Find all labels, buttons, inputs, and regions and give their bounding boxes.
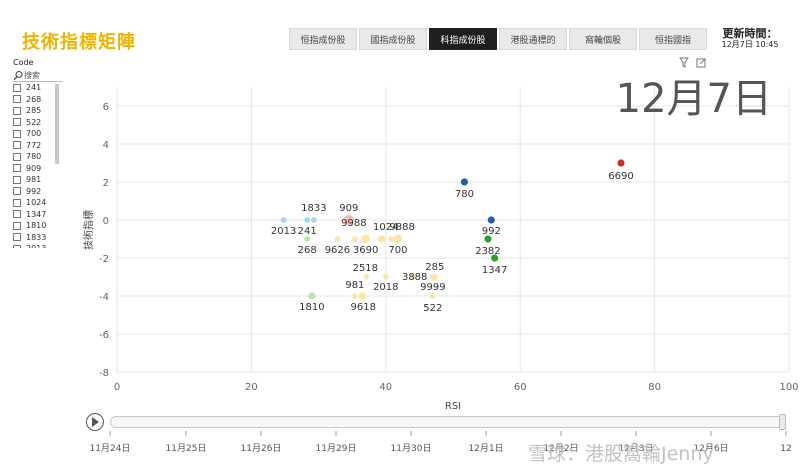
point-label: 780 xyxy=(455,189,474,200)
point-label: 2018 xyxy=(373,282,398,293)
scatter-point[interactable] xyxy=(460,178,468,186)
y-axis-ticks: -8 -6 -4 -2 0 2 4 6 xyxy=(99,102,109,379)
y-tick-label: 2 xyxy=(103,178,109,189)
x-axis-ticks: 0 20 40 60 80 100 xyxy=(114,382,799,393)
scatter-point[interactable] xyxy=(484,235,492,243)
watermark: 雪球：港股窩輪Jenny xyxy=(528,443,714,465)
y-tick-label: 6 xyxy=(103,102,109,113)
tab-hsi-constituents[interactable]: 恒指成份股 xyxy=(289,28,357,50)
frame-date-label: 12月7日 xyxy=(616,76,772,122)
point-label: 3690 xyxy=(353,245,378,256)
point-label: 2518 xyxy=(353,263,378,274)
focus-mode-icon[interactable] xyxy=(696,58,706,68)
tab-hstech-constituents[interactable]: 科指成份股 xyxy=(429,28,497,50)
point-label: 241 xyxy=(298,226,317,237)
point-label: 9988 xyxy=(341,218,366,229)
y-tick-label: -4 xyxy=(99,292,109,303)
scatter-point[interactable] xyxy=(429,274,436,280)
visual-header-icons xyxy=(679,57,706,68)
scatter-point[interactable] xyxy=(429,293,436,299)
tab-warrant-stocks[interactable]: 窩輪個股 xyxy=(569,28,637,50)
scatter-point[interactable] xyxy=(378,235,386,243)
point-label: 992 xyxy=(482,226,501,237)
y-tick-label: -2 xyxy=(99,254,109,265)
scatter-point[interactable] xyxy=(304,217,311,223)
timeline-date-label: 11月29日 xyxy=(316,443,357,454)
x-tick-label: 60 xyxy=(514,382,527,393)
timeline-date-label: 11月30日 xyxy=(391,443,432,454)
scatter-chart: -8 -6 -4 -2 0 2 4 6 0 20 40 60 80 100 12月7日 技術指標 RSI… xyxy=(82,76,799,412)
point-label: 1810 xyxy=(299,302,324,313)
scatter-point[interactable] xyxy=(334,236,341,242)
scatter-point[interactable] xyxy=(617,159,625,167)
play-axis-track[interactable] xyxy=(110,416,785,428)
scatter-point[interactable] xyxy=(304,236,311,242)
update-time: 更新時間： 12月7日 10:45 xyxy=(700,28,800,50)
timeline-date-label: 11月24日 xyxy=(90,443,131,454)
scatter-point[interactable] xyxy=(280,217,287,223)
y-tick-label: 4 xyxy=(103,140,109,151)
tab-hscei-constituents[interactable]: 國指成份股 xyxy=(359,28,427,50)
x-tick-label: 20 xyxy=(245,382,258,393)
page-title: 技術指標矩陣 xyxy=(22,32,136,53)
play-axis-handle[interactable] xyxy=(779,414,786,430)
scatter-point[interactable] xyxy=(382,274,389,280)
scatter-point[interactable] xyxy=(363,274,370,280)
x-tick-label: 40 xyxy=(379,382,392,393)
point-label: 2013 xyxy=(271,226,296,237)
scatter-point[interactable] xyxy=(361,234,370,244)
tab-hsi-hscei[interactable]: 恒指國指 xyxy=(639,28,707,50)
point-label: 981 xyxy=(345,280,364,291)
x-tick-label: 100 xyxy=(779,382,798,393)
y-tick-label: 0 xyxy=(103,216,109,227)
scatter-point[interactable] xyxy=(393,234,403,244)
point-label: 700 xyxy=(388,245,407,256)
tab-bar: 恒指成份股 國指成份股 科指成份股 港股通標的 窩輪個股 恒指國指 xyxy=(289,28,709,50)
x-tick-label: 0 xyxy=(114,382,120,393)
point-label: 285 xyxy=(425,262,444,273)
timeline-date-label: 11月26日 xyxy=(241,443,282,454)
scatter-point[interactable] xyxy=(308,292,316,300)
scatter-point[interactable] xyxy=(487,216,495,224)
point-label: 522 xyxy=(423,303,442,314)
update-time-title: 更新時間： xyxy=(722,27,778,40)
y-tick-label: -6 xyxy=(99,330,109,341)
scatter-point[interactable] xyxy=(388,236,395,242)
x-axis-label: RSI xyxy=(445,401,461,412)
point-label: 9626 xyxy=(325,245,350,256)
scatter-point[interactable] xyxy=(358,292,366,300)
timeline-date-label: 12 xyxy=(780,444,791,454)
point-label: 9618 xyxy=(351,302,376,313)
point-label: 1833 xyxy=(301,203,326,214)
tab-stock-connect[interactable]: 港股通標的 xyxy=(499,28,567,50)
scatter-point[interactable] xyxy=(352,236,358,242)
y-axis-label: 技術指標 xyxy=(82,210,95,250)
play-axis-timeline: 11月24日 11月25日 11月26日 11月29日 11月30日 12月1日 12月2日… xyxy=(90,431,792,465)
point-label: 9888 xyxy=(389,222,414,233)
point-label: 6690 xyxy=(608,171,633,182)
scatter-point[interactable] xyxy=(311,217,317,223)
scatter-point[interactable] xyxy=(352,293,358,299)
timeline-date-label: 11月25日 xyxy=(166,443,207,454)
point-label: 268 xyxy=(298,245,317,256)
timeline-date-label: 12月1日 xyxy=(468,443,503,454)
point-label: 9999 xyxy=(420,282,445,293)
filter-icon[interactable] xyxy=(679,57,689,68)
point-label: 1347 xyxy=(482,265,507,276)
x-tick-label: 80 xyxy=(648,382,661,393)
y-tick-label: -8 xyxy=(99,368,109,379)
play-icon[interactable] xyxy=(86,413,104,431)
data-points: 66907809922382134718332013 241909268 96269… xyxy=(271,159,634,314)
scatter-point[interactable] xyxy=(491,254,499,262)
point-label: 909 xyxy=(339,203,358,214)
chart-grid xyxy=(116,87,790,373)
update-time-value: 12月7日 10:45 xyxy=(721,40,779,49)
